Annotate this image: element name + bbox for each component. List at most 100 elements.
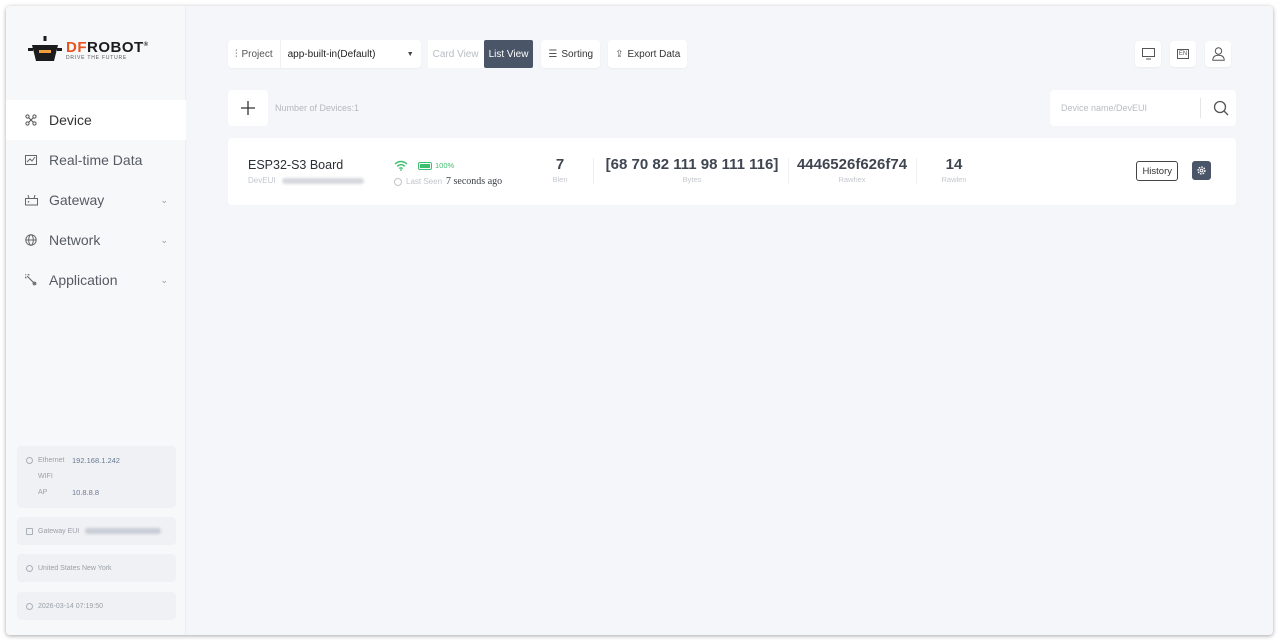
device-status: 100% — [394, 160, 454, 171]
card-view-button[interactable]: Card View — [427, 40, 484, 68]
gear-icon — [1197, 166, 1206, 175]
metric-key: Rawlen — [941, 175, 967, 184]
plus-icon — [241, 101, 255, 115]
sliders-icon: ⫶ — [235, 48, 238, 60]
chart-icon — [24, 153, 38, 167]
metric-value: 7 — [555, 156, 565, 173]
list-view-button[interactable]: List View — [483, 40, 534, 68]
last-seen-value: 7 seconds ago — [446, 176, 503, 187]
sort-icon: ☰ — [548, 48, 558, 60]
gateway-icon — [24, 193, 38, 207]
ap-ip: 10.8.8.8 — [72, 487, 100, 497]
search-input[interactable] — [1061, 98, 1201, 118]
wifi-label: WIFI — [38, 472, 53, 480]
battery-icon — [418, 161, 432, 170]
wifi-signal-icon — [394, 160, 408, 171]
metric-value: [68 70 82 111 98 111 116] — [605, 156, 779, 173]
sidebar-item-label: Network — [49, 232, 101, 248]
sidebar-nav: Device Real-time Data Gateway ⌄ Network — [6, 100, 186, 300]
metric-rawhex: 4446526f626f74 Rawhex — [790, 156, 914, 184]
metric-divider — [788, 158, 789, 184]
sidebar: DFROBOT® DRIVE THE FUTURE Device Real-ti… — [6, 6, 186, 635]
project-label: ⫶ Project — [228, 40, 281, 68]
sidebar-item-label: Device — [49, 112, 92, 128]
datetime-text: 2026-03-14 07:19:50 — [38, 602, 103, 610]
gateway-icon — [26, 527, 33, 535]
user-icon — [1211, 47, 1225, 61]
sidebar-item-label: Gateway — [49, 192, 105, 208]
language-button[interactable]: EN — [1170, 41, 1196, 67]
top-right-actions: EN — [1126, 41, 1231, 67]
clock-icon — [394, 177, 402, 186]
brand-name: DFROBOT® — [66, 39, 149, 56]
gateway-eui-card: Gateway EUI — [17, 517, 176, 545]
location-card: United States New York — [17, 554, 176, 582]
sorting-button[interactable]: ☰ Sorting — [541, 40, 601, 68]
monitor-button[interactable] — [1135, 41, 1161, 67]
clock-icon — [26, 602, 33, 610]
metric-key: Bytes — [682, 175, 702, 184]
metric-divider — [593, 158, 594, 184]
metric-value: 14 — [945, 156, 963, 173]
project-select-value: app-built-in(Default) — [287, 48, 376, 60]
last-seen-label: Last Seen — [406, 177, 443, 186]
sorting-label: Sorting — [561, 48, 594, 60]
ethernet-ip: 192.168.1.242 — [72, 455, 120, 465]
globe-icon — [26, 456, 33, 464]
history-button[interactable]: History — [1136, 161, 1178, 181]
monitor-icon — [1141, 48, 1155, 60]
wrench-icon — [24, 273, 38, 287]
location-text: United States New York — [38, 564, 112, 572]
sidebar-item-label: Real-time Data — [49, 152, 143, 168]
view-toggle: Card View List View — [427, 40, 534, 68]
device-icon — [24, 113, 38, 127]
search-icon[interactable] — [1213, 100, 1229, 116]
location-pin-icon — [26, 564, 33, 572]
deveui-value-blurred — [281, 177, 364, 184]
table-row[interactable]: ESP32-S3 Board DevEUI 100% Last Seen 7 s… — [228, 138, 1236, 205]
metric-rawlen: 14 Rawlen — [928, 156, 980, 184]
device-deveui: DevEUI — [248, 176, 364, 185]
settings-button[interactable] — [1192, 161, 1211, 180]
sidebar-item-gateway[interactable]: Gateway ⌄ — [6, 180, 186, 220]
ap-label: AP — [38, 488, 48, 496]
toolbar: ⫶ Project app-built-in(Default) ▼ Card V… — [228, 40, 688, 68]
chevron-down-icon: ⌄ — [160, 234, 168, 245]
battery-status: 100% — [418, 161, 454, 170]
chevron-down-icon: ⌄ — [160, 274, 168, 285]
export-label: Export Data — [627, 48, 681, 60]
sidebar-item-application[interactable]: Application ⌄ — [6, 260, 186, 300]
gateway-eui-label: Gateway EUI — [38, 527, 80, 535]
language-icon: EN — [1176, 49, 1190, 59]
sidebar-item-realtime-data[interactable]: Real-time Data — [6, 140, 186, 180]
dfrobot-logo: DFROBOT® DRIVE THE FUTURE — [28, 36, 149, 64]
chevron-down-icon: ⌄ — [160, 194, 168, 205]
robot-logo-icon — [28, 36, 62, 61]
main-content: ⫶ Project app-built-in(Default) ▼ Card V… — [186, 6, 1273, 635]
export-data-button[interactable]: ⇪ Export Data — [608, 40, 688, 68]
sidebar-item-label: Application — [49, 272, 118, 288]
app-window: DFROBOT® DRIVE THE FUTURE Device Real-ti… — [6, 6, 1273, 635]
user-button[interactable] — [1205, 41, 1231, 67]
metric-blen: 7 Blen — [538, 156, 582, 184]
project-select[interactable]: app-built-in(Default) ▼ — [281, 49, 421, 60]
datetime-card: 2026-03-14 07:19:50 — [17, 592, 176, 620]
add-device-button[interactable] — [228, 90, 268, 126]
battery-level: 100% — [435, 161, 455, 170]
chevron-down-icon: ▼ — [406, 50, 414, 58]
sidebar-item-network[interactable]: Network ⌄ — [6, 220, 186, 260]
device-name: ESP32-S3 Board — [248, 158, 344, 172]
metric-bytes: [68 70 82 111 98 111 116] Bytes — [598, 156, 786, 184]
device-list-header: Number of Devices:1 — [228, 90, 1236, 126]
metric-divider — [916, 158, 917, 184]
metric-value: 4446526f626f74 — [796, 156, 908, 173]
ethernet-label: Ethernet — [38, 456, 65, 464]
brand-tagline: DRIVE THE FUTURE — [66, 55, 128, 61]
device-search — [1050, 90, 1236, 126]
globe-icon — [24, 233, 38, 247]
metric-key: Rawhex — [838, 175, 866, 184]
export-icon: ⇪ — [615, 48, 624, 60]
device-count: Number of Devices:1 — [275, 103, 360, 113]
sidebar-item-device[interactable]: Device — [6, 100, 186, 140]
project-selector: ⫶ Project app-built-in(Default) ▼ — [228, 40, 421, 68]
